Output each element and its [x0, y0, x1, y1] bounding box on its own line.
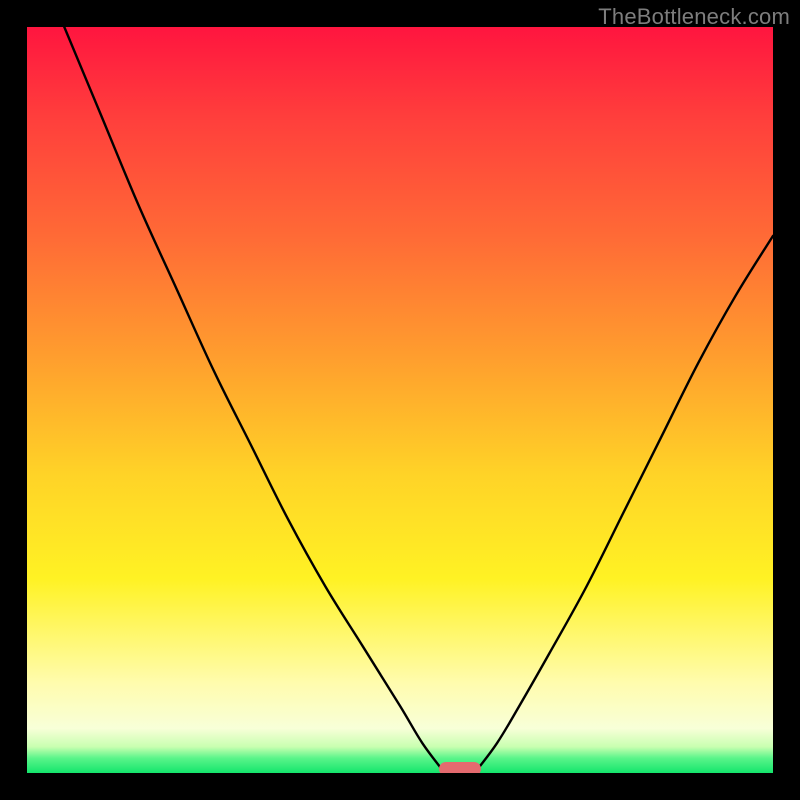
- optimal-marker: [439, 762, 481, 773]
- plot-area: [27, 27, 773, 773]
- chart-frame: TheBottleneck.com: [0, 0, 800, 800]
- curve-left-branch: [64, 27, 444, 773]
- curve-right-branch: [475, 236, 773, 773]
- bottleneck-curve: [27, 27, 773, 773]
